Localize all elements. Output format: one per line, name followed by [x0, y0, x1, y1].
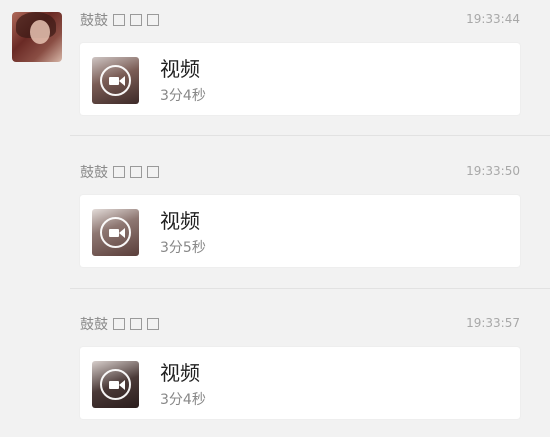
video-camera-icon [100, 65, 131, 96]
divider [70, 288, 550, 289]
video-card[interactable]: 视频 3分5秒 [80, 195, 520, 267]
box-glyph-icon [147, 318, 159, 330]
box-glyph-icon [130, 166, 142, 178]
video-thumbnail[interactable] [92, 209, 139, 256]
sender-name: 鼓鼓 [80, 317, 108, 333]
sender-row: 鼓鼓 [80, 162, 159, 182]
box-glyph-icon [147, 166, 159, 178]
video-camera-icon [100, 217, 131, 248]
box-glyph-icon [130, 14, 142, 26]
video-title: 视频 [160, 361, 200, 385]
avatar[interactable] [12, 12, 62, 62]
box-glyph-icon [147, 14, 159, 26]
video-card[interactable]: 视频 3分4秒 [80, 347, 520, 419]
video-card[interactable]: 视频 3分4秒 [80, 43, 520, 115]
message-time: 19:33:57 [466, 316, 520, 330]
sender-row: 鼓鼓 [80, 10, 159, 30]
message-time: 19:33:44 [466, 12, 520, 26]
avatar-face [30, 20, 50, 44]
video-duration: 3分4秒 [160, 392, 206, 408]
video-thumbnail[interactable] [92, 361, 139, 408]
video-thumbnail[interactable] [92, 57, 139, 104]
box-glyph-icon [113, 318, 125, 330]
sender-name: 鼓鼓 [80, 165, 108, 181]
video-title: 视频 [160, 57, 200, 81]
box-glyph-icon [113, 14, 125, 26]
video-duration: 3分4秒 [160, 88, 206, 104]
divider [70, 135, 550, 136]
video-camera-icon [100, 369, 131, 400]
box-glyph-icon [113, 166, 125, 178]
sender-row: 鼓鼓 [80, 314, 159, 334]
sender-name: 鼓鼓 [80, 13, 108, 29]
message-time: 19:33:50 [466, 164, 520, 178]
box-glyph-icon [130, 318, 142, 330]
video-duration: 3分5秒 [160, 240, 206, 256]
video-title: 视频 [160, 209, 200, 233]
